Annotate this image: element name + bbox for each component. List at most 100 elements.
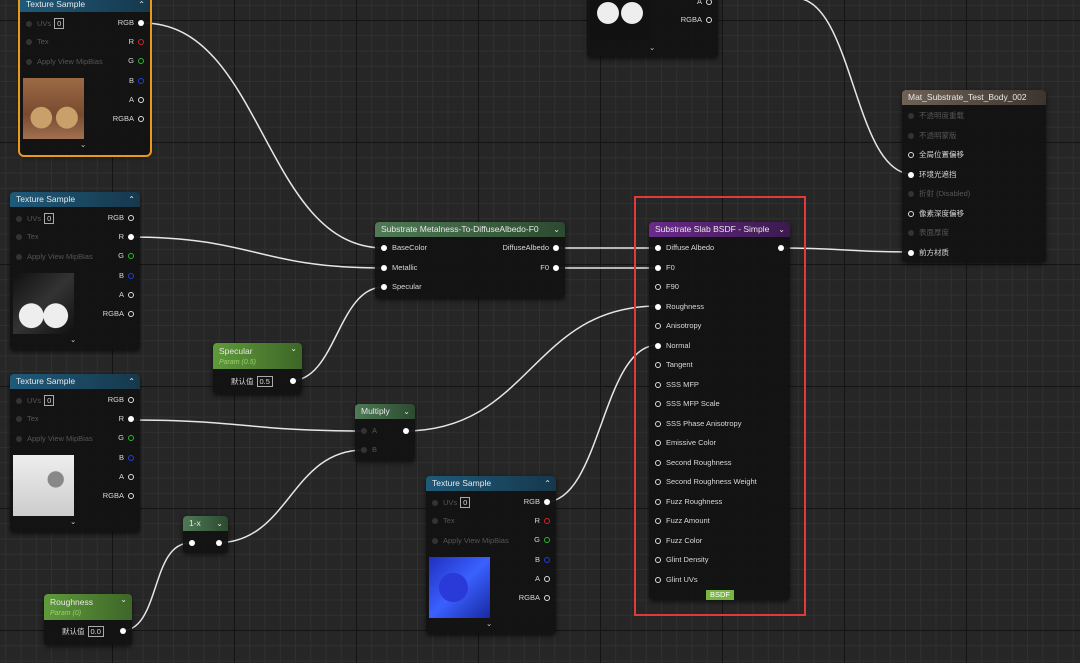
output-pin[interactable] — [778, 243, 784, 253]
pin-empty-icon[interactable] — [655, 381, 661, 388]
pin-icon[interactable] — [290, 378, 296, 385]
input-pin[interactable]: Apply View MipBias — [26, 57, 103, 67]
pin-icon[interactable] — [128, 215, 134, 222]
expand-chevron-icon[interactable]: ⌄ — [80, 140, 86, 150]
pin-icon[interactable] — [216, 540, 222, 547]
input-pin[interactable]: Tex — [26, 37, 49, 47]
node-header[interactable]: Texture Sample ⌃ — [426, 476, 556, 491]
texture-sample-node-2[interactable]: Texture Sample ⌃ UVs 0 Tex Apply View MipBias… — [10, 192, 140, 350]
pin-empty-icon[interactable] — [908, 191, 914, 198]
pin-connected-icon[interactable] — [381, 265, 387, 272]
output-pin[interactable] — [216, 538, 222, 548]
output-pin[interactable]: RGBA — [681, 15, 712, 25]
pin-empty-icon[interactable] — [655, 537, 661, 544]
substrate-slab-bsdf-node[interactable]: Substrate Slab BSDF - Simple ⌄ Diffuse Alb… — [649, 222, 790, 600]
wire-multiply-to-roughness[interactable] — [403, 305, 659, 432]
node-header[interactable]: Specular Param (0.5) ⌄ — [213, 343, 302, 369]
input-pin[interactable]: SSS Phase Anisotropy — [655, 419, 741, 429]
output-pin[interactable]: G — [118, 433, 134, 443]
pin-empty-icon[interactable] — [16, 254, 22, 261]
input-pin[interactable]: Second Roughness Weight — [655, 477, 757, 487]
input-pin[interactable]: Tex — [16, 232, 39, 242]
pin-empty-icon[interactable] — [26, 59, 32, 66]
pin-icon[interactable] — [128, 234, 134, 241]
input-pin[interactable]: Emissive Color — [655, 438, 716, 448]
output-pin[interactable]: RGBA — [103, 491, 134, 501]
output-pin[interactable]: B — [129, 76, 144, 86]
pin-icon[interactable] — [544, 576, 550, 583]
pin-empty-icon[interactable] — [16, 234, 22, 241]
specular-param-node[interactable]: Specular Param (0.5) ⌄ 默认值 0.5 — [213, 343, 302, 394]
input-pin[interactable]: UVs 0 — [16, 213, 55, 224]
output-pin[interactable]: F0 — [540, 263, 559, 273]
pin-empty-icon[interactable] — [908, 132, 914, 139]
pin-empty-icon[interactable] — [655, 576, 661, 583]
pin-icon[interactable] — [138, 58, 144, 65]
output-pin[interactable] — [120, 626, 126, 636]
input-pin[interactable]: UVs 0 — [16, 395, 55, 406]
pin-empty-icon[interactable] — [655, 440, 661, 447]
input-pin[interactable]: 像素深度偏移 — [908, 209, 964, 219]
metalness-to-diffuse-albedo-node[interactable]: Substrate Metalness-To-DiffuseAlbedo-F0 ⌄… — [375, 222, 565, 298]
chevron-down-icon[interactable]: ⌄ — [120, 594, 127, 606]
output-pin[interactable]: R — [129, 37, 144, 47]
pin-empty-icon[interactable] — [16, 216, 22, 223]
multiply-node[interactable]: Multiply ⌄ A B — [355, 404, 415, 461]
pin-icon[interactable] — [778, 245, 784, 252]
pin-empty-icon[interactable] — [16, 436, 22, 443]
input-pin[interactable]: Second Roughness — [655, 458, 731, 468]
input-pin[interactable]: SSS MFP Scale — [655, 399, 720, 409]
node-header[interactable]: Substrate Slab BSDF - Simple ⌄ — [649, 222, 790, 237]
pin-icon[interactable] — [553, 265, 559, 272]
chevron-up-icon[interactable]: ⌃ — [128, 374, 135, 389]
output-pin[interactable]: A — [119, 472, 134, 482]
input-pin[interactable]: Roughness — [655, 302, 704, 312]
pin-icon[interactable] — [128, 493, 134, 500]
pin-empty-icon[interactable] — [655, 479, 661, 486]
wire-r-to-metallic[interactable] — [127, 236, 385, 269]
pin-connected-icon[interactable] — [908, 249, 914, 256]
output-pin[interactable]: RGB — [118, 18, 144, 28]
wire-r-to-multiply-a[interactable] — [127, 419, 365, 432]
wire-specular[interactable] — [289, 286, 385, 382]
input-pin[interactable]: Fuzz Amount — [655, 516, 710, 526]
chevron-down-icon[interactable]: ⌄ — [553, 222, 560, 237]
node-header[interactable]: 1-x ⌄ — [183, 516, 228, 531]
roughness-param-node[interactable]: Roughness Param (0) ⌄ 默认值 0.0 — [44, 594, 132, 645]
output-pin[interactable]: RGB — [108, 213, 134, 223]
output-pin[interactable]: G — [128, 56, 144, 66]
pin-icon[interactable] — [706, 17, 712, 24]
pin-icon[interactable] — [138, 116, 144, 123]
pin-empty-icon[interactable] — [655, 459, 661, 466]
input-pin[interactable]: Apply View MipBias — [16, 252, 93, 262]
expand-chevron-icon[interactable]: ⌄ — [649, 43, 655, 53]
expand-chevron-icon[interactable]: ⌄ — [70, 517, 76, 527]
chevron-down-icon[interactable]: ⌄ — [778, 222, 785, 237]
node-header[interactable]: Texture Sample ⌃ — [10, 374, 140, 389]
input-pin[interactable]: BaseColor — [381, 243, 427, 253]
pin-icon[interactable] — [138, 20, 144, 27]
chevron-up-icon[interactable]: ⌃ — [138, 0, 145, 12]
pin-empty-icon[interactable] — [361, 447, 367, 454]
node-header[interactable]: Roughness Param (0) ⌄ — [44, 594, 132, 620]
pin-empty-icon[interactable] — [16, 416, 22, 423]
pin-empty-icon[interactable] — [655, 284, 661, 291]
output-pin[interactable] — [403, 426, 409, 436]
pin-icon[interactable] — [138, 78, 144, 85]
pin-empty-icon[interactable] — [16, 398, 22, 405]
texture-sample-node-top[interactable]: A RGBA ⌄ — [587, 0, 718, 57]
input-pin[interactable]: Diffuse Albedo — [655, 243, 714, 253]
pin-connected-icon[interactable] — [655, 245, 661, 252]
expand-chevron-icon[interactable]: ⌄ — [70, 335, 76, 345]
pin-connected-icon[interactable] — [908, 171, 914, 178]
pin-icon[interactable] — [120, 628, 126, 635]
wire-rgb-to-normal[interactable] — [544, 344, 659, 503]
output-pin[interactable]: R — [119, 232, 134, 242]
input-pin[interactable]: F0 — [655, 263, 675, 273]
chevron-down-icon[interactable]: ⌄ — [216, 516, 223, 531]
pin-empty-icon[interactable] — [908, 230, 914, 237]
pin-icon[interactable] — [706, 0, 712, 6]
input-pin[interactable] — [189, 538, 200, 548]
input-pin[interactable]: B — [361, 445, 377, 455]
input-pin[interactable]: 不透明蒙版 — [908, 131, 957, 141]
